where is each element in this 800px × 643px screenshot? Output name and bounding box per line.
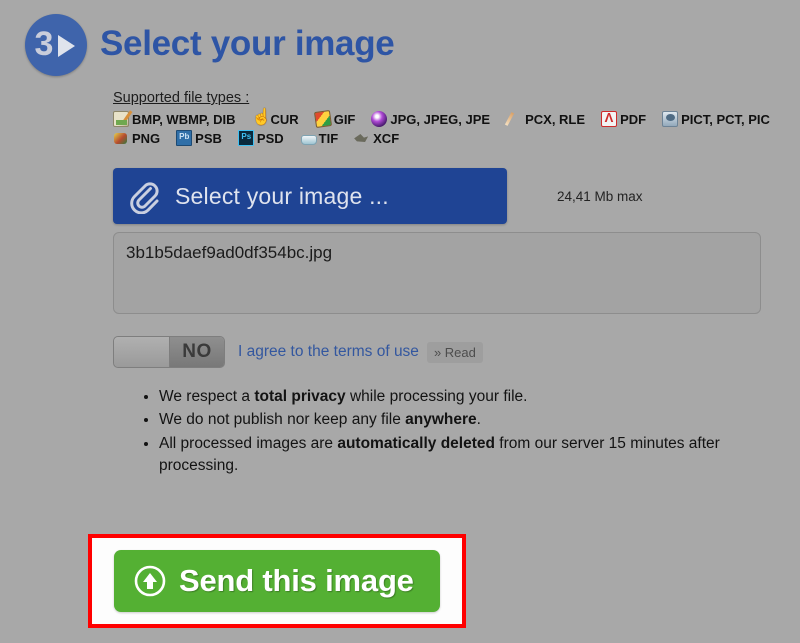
list-item: All processed images are automatically d… — [159, 433, 782, 478]
file-type-label: TIF — [318, 130, 339, 146]
file-type-label: GIF — [333, 111, 356, 127]
step-badge: 3 — [18, 14, 94, 76]
agree-terms-toggle[interactable]: NO — [113, 336, 225, 368]
selected-file-name: 3b1b5daef9ad0df354bc.jpg — [126, 243, 333, 262]
file-type-png: PNG — [113, 130, 160, 146]
file-type-tif: TIF — [300, 130, 339, 146]
file-type-gif: GIF — [313, 109, 356, 129]
pdf-file-icon — [601, 110, 618, 127]
play-arrow-icon — [58, 34, 76, 57]
privacy-notes-list: We respect a total privacy while process… — [113, 386, 782, 478]
file-type-label: PNG — [132, 130, 161, 146]
file-type-label: PCX, RLE — [525, 111, 586, 127]
select-image-row: Select your image ... 24,41 Mb max — [113, 168, 782, 224]
gif-file-icon — [313, 109, 332, 129]
file-type-pict: PICT, PCT, PIC — [662, 111, 770, 127]
file-type-pcx: PCX, RLE — [506, 111, 585, 127]
file-type-label: PDF — [620, 111, 647, 127]
bmp-file-icon — [113, 111, 129, 127]
file-type-label: PICT, PCT, PIC — [681, 111, 770, 127]
file-type-label: CUR — [270, 111, 299, 127]
send-this-image-button[interactable]: Send this image — [114, 550, 440, 612]
note-bold: automatically deleted — [337, 434, 495, 452]
note-pre: All processed images are — [159, 434, 338, 452]
cur-file-icon — [252, 107, 272, 127]
step-circle: 3 — [25, 14, 87, 76]
agree-terms-link[interactable]: I agree to the terms of use — [238, 343, 419, 361]
header-text-column: Select your image — [94, 14, 395, 63]
file-type-psb: PSB — [176, 130, 222, 146]
file-type-psd: PSD — [237, 130, 284, 146]
file-type-cur: CUR — [252, 107, 299, 127]
note-bold: total privacy — [254, 388, 346, 405]
file-type-label: PSB — [195, 130, 222, 146]
psd-file-icon — [237, 130, 254, 146]
file-type-pdf: PDF — [601, 110, 647, 127]
terms-row: NO I agree to the terms of use » Read — [113, 336, 782, 368]
file-type-label: PSD — [256, 130, 284, 146]
note-bold: anywhere — [405, 411, 477, 429]
file-type-label: JPG, JPEG, JPE — [390, 111, 491, 127]
toggle-state-label: NO — [170, 337, 224, 367]
file-type-jpg: JPG, JPEG, JPE — [371, 111, 490, 127]
note-pre: We respect a — [159, 388, 255, 405]
jpg-file-icon — [371, 111, 388, 127]
tif-file-icon — [300, 130, 317, 146]
read-terms-badge[interactable]: » Read — [426, 341, 483, 363]
png-file-icon — [113, 130, 129, 146]
file-type-xcf: XCF — [354, 130, 399, 146]
paperclip-icon — [113, 178, 175, 214]
toggle-track — [114, 337, 170, 367]
select-image-button-label: Select your image ... — [175, 182, 389, 209]
supported-file-types: Supported file types : BMP, WBMP, DIB CU… — [113, 90, 782, 146]
page-title: Select your image — [100, 24, 395, 63]
file-type-bmp: BMP, WBMP, DIB — [113, 111, 236, 127]
supported-types-row-1: BMP, WBMP, DIB CUR GIF JPG, JPEG, JPE PC… — [113, 107, 782, 129]
xcf-file-icon — [354, 130, 370, 146]
select-image-button[interactable]: Select your image ... — [113, 168, 507, 224]
supported-types-row-2: PNG PSB PSD TIF XCF — [113, 130, 782, 146]
main-content: Supported file types : BMP, WBMP, DIB CU… — [0, 90, 800, 478]
note-pre: We do not publish nor keep any file — [159, 411, 406, 429]
note-post: while processing your file. — [345, 388, 528, 405]
selected-file-box[interactable]: 3b1b5daef9ad0df354bc.jpg — [113, 232, 761, 314]
send-button-highlight: Send this image — [88, 534, 466, 628]
step-header: 3 Select your image — [0, 0, 800, 76]
list-item: We respect a total privacy while process… — [159, 386, 782, 408]
file-type-label: XCF — [373, 130, 400, 146]
list-item: We do not publish nor keep any file anyw… — [159, 409, 782, 431]
pcx-file-icon — [506, 111, 522, 127]
psb-file-icon — [176, 130, 193, 146]
upload-circle-icon — [134, 565, 166, 597]
pict-file-icon — [662, 111, 679, 127]
step-number: 3 — [34, 25, 54, 63]
file-type-label: BMP, WBMP, DIB — [132, 111, 236, 127]
supported-types-heading: Supported file types : — [113, 90, 250, 106]
send-this-image-label: Send this image — [179, 563, 414, 598]
note-post: . — [476, 411, 481, 429]
max-file-size-label: 24,41 Mb max — [557, 188, 643, 204]
